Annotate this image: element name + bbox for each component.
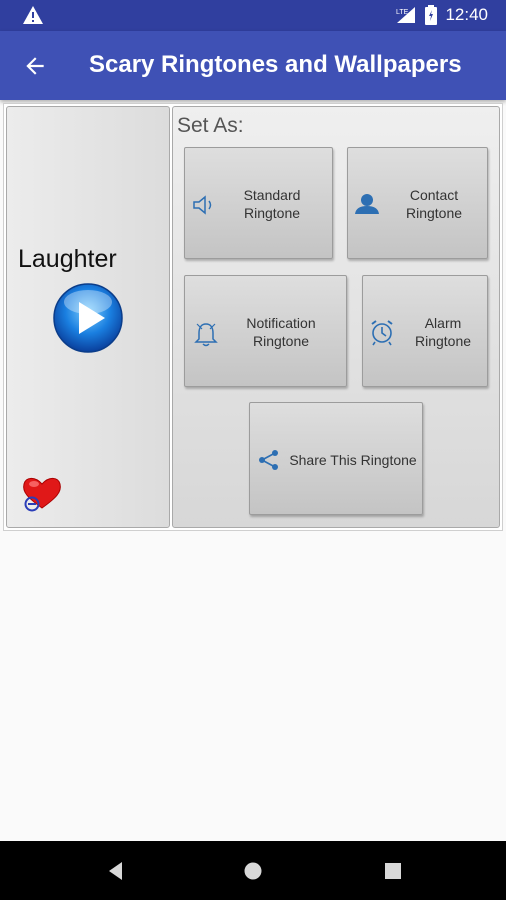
contact-icon — [355, 194, 379, 214]
arrow-left-icon[interactable] — [22, 53, 48, 79]
page-title: Scary Ringtones and Wallpapers — [89, 51, 462, 78]
standard-ringtone-line1: Standard — [243, 187, 301, 203]
warning-icon — [23, 6, 43, 24]
notification-icon — [194, 323, 218, 347]
signal-icon: LTE — [396, 7, 416, 23]
standard-ringtone-line2: Ringtone — [243, 205, 301, 221]
alarm-ringtone-line1: Alarm — [424, 315, 462, 331]
status-time: 12:40 — [445, 5, 488, 24]
network-label: LTE — [396, 9, 409, 16]
alarm-clock-icon — [371, 320, 393, 346]
ringtone-name: Laughter — [18, 245, 117, 273]
play-icon[interactable] — [52, 282, 124, 354]
heart-icon[interactable] — [20, 472, 64, 512]
notification-ringtone-line2: Ringtone — [252, 333, 310, 349]
notification-ringtone-line1: Notification — [246, 315, 316, 331]
share-ringtone-label: Share This Ringtone — [289, 452, 417, 468]
share-ringtone-button[interactable]: Share This Ringtone — [249, 402, 423, 515]
contact-ringtone-button[interactable]: Contact Ringtone — [347, 147, 488, 259]
back-triangle-icon[interactable] — [104, 859, 128, 883]
recents-square-icon[interactable] — [381, 859, 405, 883]
share-icon — [259, 450, 278, 470]
battery-icon — [425, 5, 438, 25]
app-bar: Scary Ringtones and Wallpapers — [0, 31, 506, 100]
standard-ringtone-button[interactable]: Standard Ringtone — [184, 147, 333, 259]
alarm-ringtone-button[interactable]: Alarm Ringtone — [362, 275, 488, 387]
status-icons: LTE 12:40 — [395, 5, 488, 25]
set-as-label: Set As: — [177, 114, 244, 137]
home-circle-icon[interactable] — [241, 859, 265, 883]
contact-ringtone-line1: Contact — [409, 187, 459, 203]
navigation-bar — [0, 841, 506, 900]
contact-ringtone-line2: Ringtone — [405, 205, 463, 221]
status-bar: LTE 12:40 — [0, 0, 506, 31]
alarm-ringtone-line2: Ringtone — [414, 333, 472, 349]
speaker-icon — [193, 195, 212, 215]
notification-ringtone-button[interactable]: Notification Ringtone — [184, 275, 347, 387]
